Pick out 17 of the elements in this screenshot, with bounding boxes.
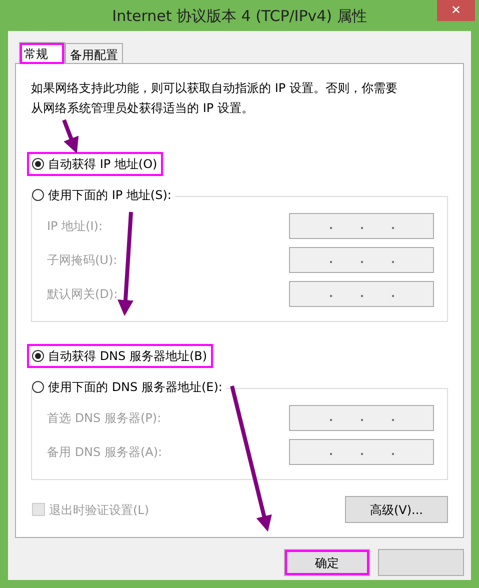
radio-option[interactable]: 自动获得 DNS 服务器地址(B) bbox=[27, 344, 214, 368]
description-text: 如果网络支持此功能，则可以获取自动指派的 IP 设置。否则，你需要从网络系统管理员处获得适当的 IP 设置。 bbox=[31, 80, 398, 117]
tab[interactable]: 常规 bbox=[19, 42, 65, 64]
advanced-button[interactable]: 高级(V)... bbox=[345, 496, 448, 523]
checkbox-label: 退出时验证设置(L) bbox=[49, 502, 150, 518]
field-label: 默认网关(D): bbox=[47, 286, 118, 303]
tab[interactable]: 备用配置 bbox=[65, 43, 123, 63]
window-title: Internet 协议版本 4 (TCP/IPv4) 属性 bbox=[112, 6, 367, 28]
radio-option[interactable]: 使用下面的 DNS 服务器地址(E): bbox=[32, 378, 226, 396]
field-label: 首选 DNS 服务器(P): bbox=[47, 410, 162, 427]
radio-option[interactable]: 使用下面的 IP 地址(S): bbox=[32, 186, 176, 204]
field-label: IP 地址(I): bbox=[47, 218, 103, 235]
field-label: 备用 DNS 服务器(A): bbox=[47, 444, 162, 461]
field-label: 子网掩码(U): bbox=[47, 252, 118, 269]
radio-option[interactable]: 自动获得 IP 地址(O) bbox=[27, 152, 164, 176]
close-button[interactable]: ✕ bbox=[437, 0, 475, 21]
dialog-button[interactable]: 确定 bbox=[284, 549, 370, 576]
